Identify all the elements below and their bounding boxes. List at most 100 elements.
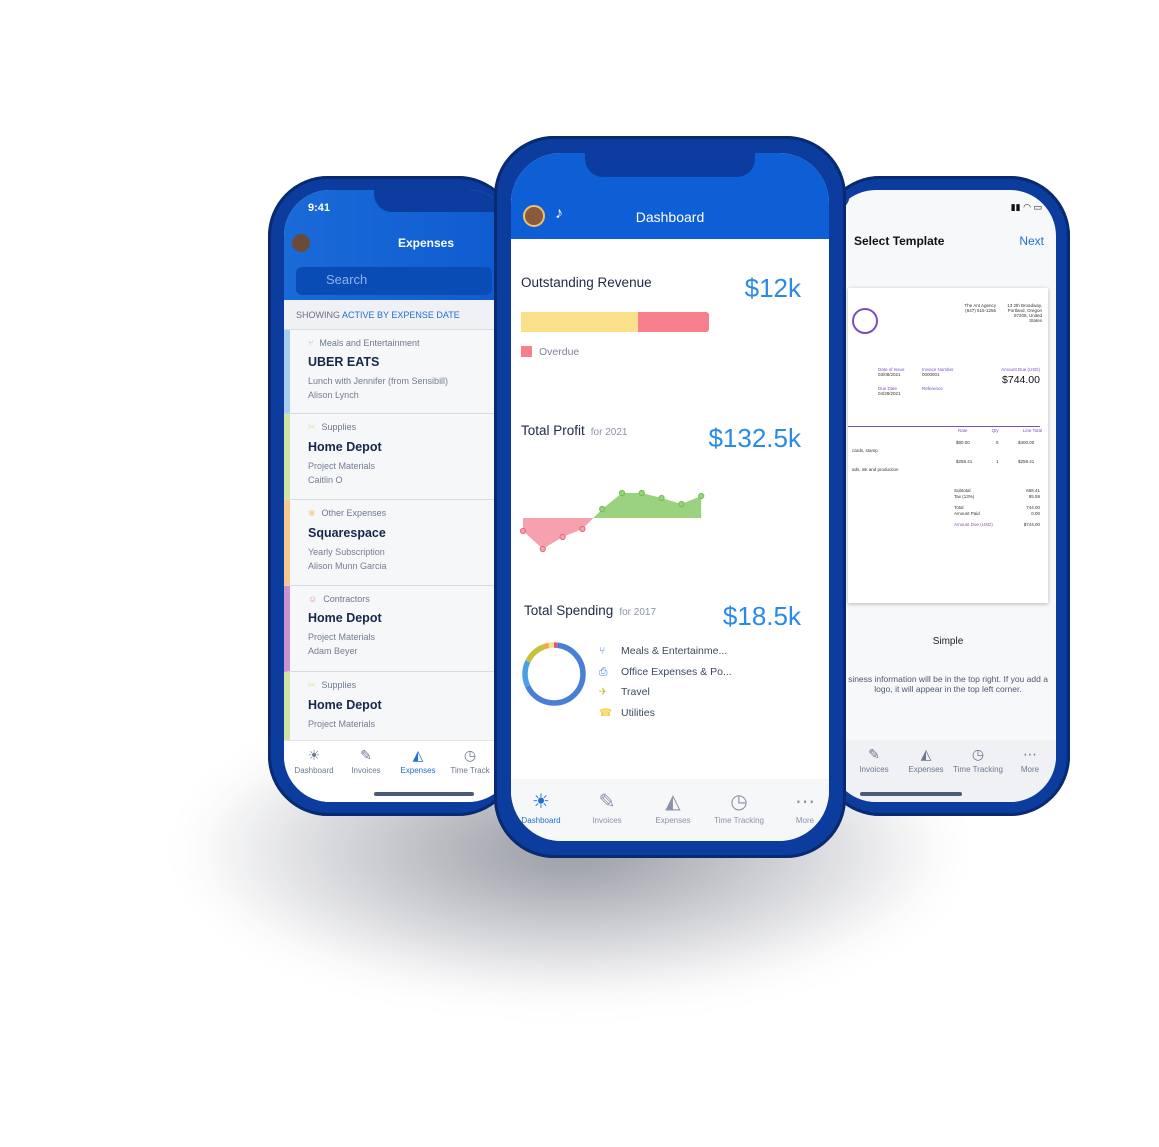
more-icon: ⋯ <box>795 791 815 813</box>
template-phone: ▮▮ ◠ ▭ Select Template Next The Ant Agen… <box>820 176 1070 816</box>
profit-amount: $132.5k <box>708 423 801 453</box>
sunrise-icon: ☀ <box>532 791 550 813</box>
tab-expenses[interactable]: ◭ Expenses <box>896 746 956 774</box>
invoice-icon: ✎ <box>598 791 616 813</box>
expense-person: Alison Lynch <box>308 390 359 400</box>
fork-knife-icon: ⑂ <box>599 645 606 657</box>
home-indicator <box>374 792 474 796</box>
expense-person: Caitlin O <box>308 475 343 485</box>
amount-due: $744.00 <box>1002 374 1040 386</box>
company-address: 13 2th Broadway, Portland, Oregon 97205,… <box>1007 303 1042 323</box>
expenses-phone: 9:41 Expenses Search SHOWING ACTIVE BY E… <box>268 176 518 816</box>
tab-label: Time Track <box>450 766 490 775</box>
expense-category: ☺ Contractors <box>308 594 370 604</box>
printer-icon: ⎙ <box>599 665 608 678</box>
expense-item[interactable]: ☺ Contractors Home Depot Project Material… <box>284 586 514 672</box>
tab-time-tracking[interactable]: ◷ Time Tracking <box>707 789 771 825</box>
filter-bar[interactable]: SHOWING ACTIVE BY EXPENSE DATE <box>284 300 514 330</box>
tab-label: Time Tracking <box>714 816 764 825</box>
search-input[interactable]: Search <box>296 267 492 295</box>
expense-vendor: UBER EATS <box>308 355 380 369</box>
expense-description: Yearly Subscription <box>308 547 385 557</box>
pizza-icon: ◭ <box>665 791 681 813</box>
tab-time-track[interactable]: ◷ Time Track <box>440 747 500 775</box>
status-time: 9:41 <box>308 202 331 214</box>
profit-point[interactable] <box>638 489 645 497</box>
expense-description: Project Materials <box>308 461 376 471</box>
plane-icon: ✈ <box>599 686 608 698</box>
profit-point[interactable] <box>618 489 626 497</box>
overdue-swatch <box>521 346 532 357</box>
tab-label: Invoices <box>859 765 889 774</box>
filter-value[interactable]: ACTIVE BY EXPENSE DATE <box>342 310 460 320</box>
overdue-revenue-segment <box>637 312 709 332</box>
expense-vendor: Home Depot <box>308 698 382 712</box>
profit-point[interactable] <box>559 533 566 541</box>
spending-period: for 2017 <box>619 607 657 618</box>
dashboard-phone: ♪ Dashboard Outstanding Revenue $12k Ove… <box>494 136 846 858</box>
tab-label: Dashboard <box>521 816 561 825</box>
pizza-icon: ◭ <box>920 746 932 762</box>
profit-area <box>593 493 702 518</box>
profit-period: for 2021 <box>590 427 628 438</box>
tab-label: More <box>795 816 815 825</box>
avatar[interactable] <box>292 234 310 252</box>
page-title: Select Template <box>854 234 945 248</box>
expense-vendor: Home Depot <box>308 611 382 625</box>
profit-chart <box>519 489 705 553</box>
tab-bar: ☀ Dashboard ✎ Invoices ◭ Expenses ◷ Time Tracki… <box>511 779 829 841</box>
tab-label: Expenses <box>908 765 944 774</box>
tab-more[interactable]: ⋯ More <box>773 789 829 825</box>
more-icon: ⋯ <box>1023 746 1037 762</box>
tab-expenses[interactable]: ◭ Expenses <box>641 789 705 825</box>
fork-knife-icon: ⑂ <box>308 338 314 348</box>
tab-expenses[interactable]: ◭ Expenses <box>388 747 448 775</box>
stopwatch-icon: ◷ <box>463 747 477 763</box>
profit-point[interactable] <box>698 492 705 500</box>
tab-label: Invoices <box>351 766 381 775</box>
expense-person: Adam Beyer <box>308 646 358 656</box>
spending-legend-item: ⑂ Meals & Entertainme... <box>599 645 728 657</box>
profit-point[interactable] <box>579 525 586 533</box>
next-button[interactable]: Next <box>1019 234 1044 248</box>
profit-title: Total Profit for 2021 <box>521 423 628 438</box>
profit-point[interactable] <box>678 500 685 508</box>
tools-icon: ✂ <box>308 680 316 690</box>
expense-item[interactable]: ⑂ Meals and Entertainment UBER EATS Lunch… <box>284 330 514 414</box>
template-screen: ▮▮ ◠ ▭ Select Template Next The Ant Agen… <box>830 190 1056 802</box>
spending-amount: $18.5k <box>722 601 801 631</box>
people-icon: ☺ <box>308 594 318 604</box>
phone-icon: ☎ <box>599 706 613 719</box>
invoice-preview[interactable]: The Ant Agency (647) 515-1256 13 2th Broa… <box>848 288 1048 603</box>
profit-point[interactable] <box>539 545 546 553</box>
tab-dashboard[interactable]: ☀ Dashboard <box>511 789 573 825</box>
expenses-screen: 9:41 Expenses Search SHOWING ACTIVE BY E… <box>284 190 514 802</box>
tab-more[interactable]: ⋯ More <box>1000 746 1056 774</box>
spending-legend-item: ☎ Utilities <box>599 706 655 719</box>
outstanding-title: Outstanding Revenue <box>521 275 652 290</box>
current-revenue-segment <box>521 312 638 332</box>
tools-icon: ✂ <box>308 422 316 432</box>
expense-category: ❀ Other Expenses <box>308 508 387 518</box>
tab-invoices[interactable]: ✎ Invoices <box>844 746 904 774</box>
tab-label: Invoices <box>592 816 622 825</box>
notch <box>374 190 514 212</box>
profit-point[interactable] <box>658 494 665 502</box>
expense-item[interactable]: ❀ Other Expenses Squarespace Yearly Subsc… <box>284 500 514 586</box>
line-item: ads, ink and production $258.41 1 $258.41 <box>852 459 1035 472</box>
tab-invoices[interactable]: ✎ Invoices <box>336 747 396 775</box>
tab-dashboard[interactable]: ☀ Dashboard <box>284 747 344 775</box>
template-description: siness information will be in the top ri… <box>848 674 1048 694</box>
tab-time-tracking[interactable]: ◷ Time Tracking <box>948 746 1008 774</box>
template-name: Simple <box>932 636 964 647</box>
profit-point[interactable] <box>519 527 527 535</box>
profit-point[interactable] <box>599 505 606 513</box>
tab-label: Time Tracking <box>953 765 1003 774</box>
expense-item[interactable]: ✂ Supplies Home Depot Project Materials C… <box>284 414 514 500</box>
company-phone: (647) 515-1256 <box>965 308 996 313</box>
tab-invoices[interactable]: ✎ Invoices <box>575 789 639 825</box>
pizza-icon: ◭ <box>412 747 424 763</box>
overdue-legend: Overdue <box>539 346 580 358</box>
boxes-icon: ❀ <box>308 508 316 518</box>
tab-label: More <box>1020 765 1040 774</box>
